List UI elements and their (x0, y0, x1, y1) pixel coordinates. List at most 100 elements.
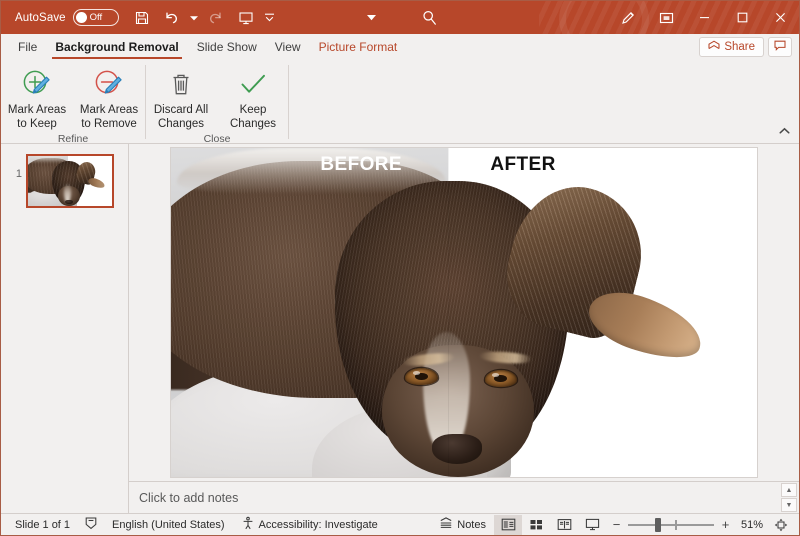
mark-areas-to-remove-button[interactable]: Mark Areas to Remove (73, 64, 145, 132)
pen-icon[interactable] (609, 1, 647, 34)
slide-sorter-view-button[interactable] (522, 515, 550, 535)
zoom-slider-handle[interactable] (654, 517, 661, 532)
normal-view-button[interactable] (494, 514, 522, 535)
keep-changes-label-line2: Changes (229, 118, 277, 130)
slide-count-label: Slide 1 of 1 (15, 518, 71, 531)
tab-background-removal[interactable]: Background Removal (46, 34, 187, 60)
dog-nose (431, 434, 482, 464)
accessibility-label: Accessibility: Investigate (258, 518, 378, 531)
before-after-divider (447, 148, 449, 477)
slide-show-button[interactable] (578, 515, 606, 535)
tab-view[interactable]: View (266, 34, 310, 60)
accessibility-indicator[interactable]: Accessibility: Investigate (233, 515, 386, 535)
slide-1[interactable]: BEFORE AFTER (170, 147, 758, 478)
slide-count-indicator[interactable]: Slide 1 of 1 (7, 515, 78, 535)
start-presentation-icon[interactable] (231, 4, 261, 32)
undo-icon[interactable] (157, 4, 187, 32)
dog-eye-right-glint (491, 373, 499, 377)
mark-areas-to-remove-label-line1: Mark Areas (79, 104, 139, 116)
tab-slide-show-label: Slide Show (196, 40, 257, 54)
keep-changes-button[interactable]: Keep Changes (217, 64, 289, 132)
zoom-in-button[interactable]: + (721, 518, 730, 531)
ribbon-group-refine: Mark Areas to Keep Mark Areas to Remove … (1, 60, 145, 145)
notes-pane[interactable]: Click to add notes ▲ ▼ (129, 481, 799, 513)
mark-areas-to-keep-label-line1: Mark Areas (7, 104, 67, 116)
discard-all-changes-label-line2: Changes (157, 118, 205, 130)
thumbnail-row: 1 (1, 154, 114, 208)
dog-ear-tip (581, 282, 710, 369)
ribbon-group-refine-items: Mark Areas to Keep Mark Areas to Remove (1, 60, 145, 132)
tab-file[interactable]: File (9, 34, 46, 60)
close-icon[interactable] (761, 1, 799, 34)
dog-eye-right (484, 370, 518, 387)
dog-eye-left (405, 368, 439, 385)
status-bar: Slide 1 of 1 English (United States) Acc… (1, 513, 799, 535)
mark-areas-to-remove-label: Mark Areas to Remove (80, 103, 138, 131)
search-icon[interactable] (415, 4, 445, 32)
tab-picture-format[interactable]: Picture Format (310, 34, 407, 60)
scroll-down-icon[interactable]: ▼ (781, 498, 797, 512)
notes-button-label: Notes (457, 518, 486, 531)
discard-all-changes-label-line1: Discard All (153, 104, 209, 116)
reading-view-button[interactable] (550, 515, 578, 535)
ribbon: Mark Areas to Keep Mark Areas to Remove … (1, 60, 799, 145)
redo-icon[interactable] (201, 4, 231, 32)
mark-areas-to-keep-label: Mark Areas to Keep (8, 103, 66, 131)
undo-dropdown-icon[interactable] (187, 4, 201, 32)
language-label: English (United States) (112, 518, 225, 531)
mark-areas-to-keep-icon (20, 68, 54, 102)
thumb-fur (28, 156, 112, 206)
maximize-icon[interactable] (723, 1, 761, 34)
slide-viewport: BEFORE AFTER (129, 144, 799, 481)
keep-changes-label: Keep Changes (230, 103, 276, 131)
dog-photo[interactable] (171, 148, 757, 477)
keep-changes-icon (237, 68, 269, 102)
save-icon[interactable] (127, 4, 157, 32)
slide-thumbnail-1[interactable] (26, 154, 114, 208)
autosave-label: AutoSave (15, 11, 66, 24)
zoom-control: − + 51% (606, 515, 769, 535)
label-before: BEFORE (320, 154, 402, 175)
mark-areas-to-keep-label-line2: to Keep (17, 118, 57, 130)
spellcheck-button[interactable] (78, 515, 104, 535)
tab-slide-show[interactable]: Slide Show (188, 34, 266, 60)
zoom-slider[interactable] (628, 515, 714, 535)
scroll-up-icon[interactable]: ▲ (781, 483, 797, 497)
thumb-ear-flap (86, 176, 106, 190)
language-indicator[interactable]: English (United States) (104, 515, 233, 535)
minimize-icon[interactable] (685, 1, 723, 34)
ribbon-display-options-icon[interactable] (357, 4, 387, 32)
discard-all-changes-icon (166, 68, 196, 102)
share-button-label: Share (724, 41, 755, 53)
present-icon[interactable] (647, 1, 685, 34)
collapse-ribbon-icon[interactable] (775, 123, 793, 139)
label-after: AFTER (490, 154, 556, 175)
thumbnail-image (28, 156, 112, 206)
tab-file-label: File (18, 40, 38, 54)
dog-eye-left-glint (412, 371, 420, 375)
comment-button[interactable] (768, 37, 792, 57)
discard-all-changes-button[interactable]: Discard All Changes (145, 64, 217, 132)
zoom-percentage-label[interactable]: 51% (737, 519, 763, 531)
mark-areas-to-keep-button[interactable]: Mark Areas to Keep (1, 64, 73, 132)
notes-placeholder[interactable]: Click to add notes (139, 491, 238, 505)
tab-view-label: View (274, 40, 301, 54)
notes-button[interactable]: Notes (431, 515, 494, 535)
title-bar: AutoSave Off (1, 1, 799, 34)
autosave-toggle-knob (75, 12, 87, 23)
keep-changes-label-line1: Keep (239, 104, 267, 116)
share-button[interactable]: Share (699, 37, 764, 57)
autosave-state-label: Off (89, 12, 103, 23)
slide-thumbnail-pane: 1 (1, 144, 129, 513)
work-area: 1 BEFORE AFTER Click to add notes ▲ ▼ (1, 144, 799, 513)
slide-canvas-pane: BEFORE AFTER Click to add notes ▲ ▼ (129, 144, 799, 513)
zoom-slider-100-tick (675, 519, 677, 530)
thumbnail-number: 1 (15, 168, 22, 180)
spellcheck-icon (84, 516, 98, 533)
autosave-toggle[interactable]: Off (72, 9, 119, 26)
zoom-out-button[interactable]: − (612, 518, 621, 531)
customize-quick-access-toolbar-icon[interactable] (261, 4, 279, 32)
mark-areas-to-remove-label-line2: to Remove (81, 118, 137, 130)
tab-bar-right-group: Share (699, 34, 799, 60)
fit-slide-to-window-icon[interactable] (769, 515, 793, 535)
